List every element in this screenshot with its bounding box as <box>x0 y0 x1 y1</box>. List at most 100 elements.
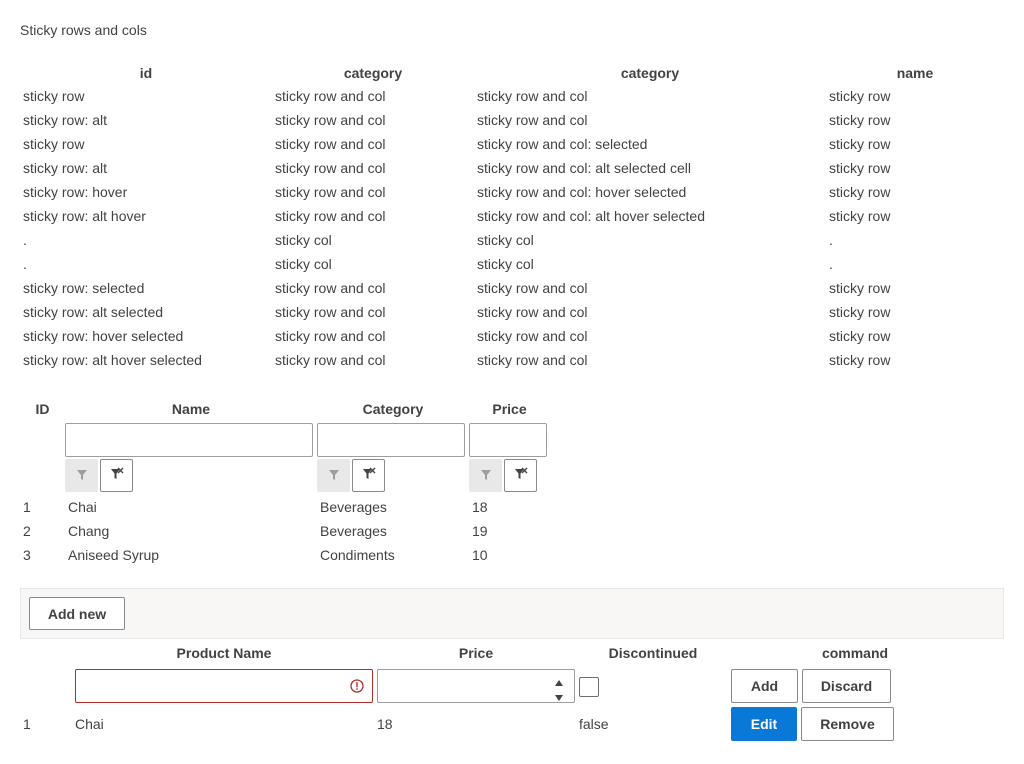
column-header-id[interactable]: id <box>20 62 272 84</box>
cell-name[interactable]: sticky row <box>826 156 1004 180</box>
cell-category[interactable]: sticky row and col <box>272 132 474 156</box>
cell-category-2[interactable]: sticky row and col: selected <box>474 132 826 156</box>
column-header-discontinued[interactable]: Discontinued <box>579 645 727 661</box>
column-header-product-name[interactable]: Product Name <box>75 645 373 661</box>
cell-id[interactable]: sticky row: alt hover selected <box>20 348 272 372</box>
cell-category[interactable]: Condiments <box>317 543 469 567</box>
cell-name[interactable]: sticky row <box>826 276 1004 300</box>
price-filter-button[interactable] <box>469 459 502 492</box>
cell-name[interactable]: sticky row <box>826 132 1004 156</box>
cell-id[interactable]: 3 <box>20 543 65 567</box>
edit-button[interactable]: Edit <box>731 707 797 741</box>
cell-name[interactable]: Chai <box>65 495 317 519</box>
cell-price[interactable]: 19 <box>469 519 550 543</box>
table-row[interactable]: sticky row: alt sticky row and col sticky … <box>20 108 1004 132</box>
name-clear-filter-button[interactable] <box>100 459 133 492</box>
table-row[interactable]: . sticky col sticky col. <box>20 252 1004 276</box>
name-filter-button[interactable] <box>65 459 98 492</box>
cell-id[interactable]: sticky row <box>20 132 272 156</box>
cell-category[interactable]: sticky col <box>272 228 474 252</box>
column-header-category[interactable]: Category <box>317 398 469 420</box>
discontinued-checkbox[interactable] <box>579 677 599 697</box>
cell-name[interactable]: Chang <box>65 519 317 543</box>
cell-price[interactable]: 10 <box>469 543 550 567</box>
table-row[interactable]: sticky row sticky row and col sticky row a… <box>20 132 1004 156</box>
cell-name[interactable]: . <box>826 228 1004 252</box>
cell-category[interactable]: sticky row and col <box>272 156 474 180</box>
cell-name[interactable]: sticky row <box>826 108 1004 132</box>
name-filter-input[interactable] <box>65 423 313 457</box>
table-row[interactable]: sticky row: selected sticky row and col st… <box>20 276 1004 300</box>
cell-category[interactable]: sticky row and col <box>272 84 474 108</box>
cell-category[interactable]: sticky row and col <box>272 204 474 228</box>
table-row[interactable]: sticky row: hover sticky row and col stick… <box>20 180 1004 204</box>
cell-category-2[interactable]: sticky col <box>474 252 826 276</box>
cell-category-2[interactable]: sticky row and col <box>474 276 826 300</box>
cell-category-2[interactable]: sticky row and col <box>474 348 826 372</box>
column-header-category-2[interactable]: category <box>474 62 826 84</box>
add-new-button[interactable]: Add new <box>29 597 125 630</box>
cell-id[interactable]: sticky row: alt <box>20 156 272 180</box>
cell-id[interactable]: . <box>20 252 272 276</box>
cell-id[interactable]: sticky row: selected <box>20 276 272 300</box>
cell-category-2[interactable]: sticky row and col <box>474 84 826 108</box>
cell-category[interactable]: sticky row and col <box>272 276 474 300</box>
table-row[interactable]: 3 Aniseed Syrup Condiments 10 <box>20 543 550 567</box>
cell-category[interactable]: Beverages <box>317 519 469 543</box>
cell-id[interactable]: . <box>20 228 272 252</box>
cell-category-2[interactable]: sticky row and col: alt selected cell <box>474 156 826 180</box>
cell-name[interactable]: sticky row <box>826 84 1004 108</box>
column-header-price[interactable]: Price <box>469 398 550 420</box>
table-row[interactable]: sticky row: alt hover selected sticky row… <box>20 348 1004 372</box>
column-header-price[interactable]: Price <box>377 645 575 661</box>
price-clear-filter-button[interactable] <box>504 459 537 492</box>
column-header-category[interactable]: category <box>272 62 474 84</box>
cell-id[interactable]: 2 <box>20 519 65 543</box>
add-button[interactable]: Add <box>731 669 798 703</box>
cell-category-2[interactable]: sticky col <box>474 228 826 252</box>
cell-id[interactable]: sticky row: alt selected <box>20 300 272 324</box>
cell-category[interactable]: sticky row and col <box>272 180 474 204</box>
column-header-name[interactable]: name <box>826 62 1004 84</box>
price-numeric-input[interactable] <box>377 669 575 703</box>
cell-category-2[interactable]: sticky row and col: hover selected <box>474 180 826 204</box>
cell-name[interactable]: Aniseed Syrup <box>65 543 317 567</box>
table-row[interactable]: 2 Chang Beverages 19 <box>20 519 550 543</box>
discard-button[interactable]: Discard <box>802 669 891 703</box>
price-filter-input[interactable] <box>469 423 547 457</box>
cell-category[interactable]: sticky row and col <box>272 300 474 324</box>
cell-name[interactable]: sticky row <box>826 348 1004 372</box>
column-header-name[interactable]: Name <box>65 398 317 420</box>
cell-category[interactable]: sticky row and col <box>272 324 474 348</box>
cell-id[interactable]: sticky row: alt hover <box>20 204 272 228</box>
table-row[interactable]: sticky row: hover selected sticky row and… <box>20 324 1004 348</box>
cell-category[interactable]: Beverages <box>317 495 469 519</box>
cell-category[interactable]: sticky row and col <box>272 348 474 372</box>
cell-name[interactable]: sticky row <box>826 300 1004 324</box>
remove-button[interactable]: Remove <box>801 707 894 741</box>
table-row[interactable]: sticky row: alt sticky row and col sticky … <box>20 156 1004 180</box>
table-row[interactable]: sticky row: alt selected sticky row and c… <box>20 300 1004 324</box>
cell-name[interactable]: sticky row <box>826 324 1004 348</box>
spin-down-icon[interactable] <box>554 689 564 705</box>
cell-category-2[interactable]: sticky row and col: alt hover selected <box>474 204 826 228</box>
cell-id[interactable]: sticky row <box>20 84 272 108</box>
cell-id[interactable]: sticky row: hover selected <box>20 324 272 348</box>
cell-id[interactable]: sticky row: hover <box>20 180 272 204</box>
table-row[interactable]: 1 Chai Beverages 18 <box>20 495 550 519</box>
column-header-command[interactable]: command <box>731 645 979 661</box>
category-clear-filter-button[interactable] <box>352 459 385 492</box>
cell-category-2[interactable]: sticky row and col <box>474 324 826 348</box>
cell-category-2[interactable]: sticky row and col <box>474 108 826 132</box>
table-row[interactable]: sticky row sticky row and col sticky row a… <box>20 84 1004 108</box>
cell-category[interactable]: sticky col <box>272 252 474 276</box>
table-row[interactable]: . sticky col sticky col. <box>20 228 1004 252</box>
cell-id[interactable]: sticky row: alt <box>20 108 272 132</box>
product-name-input[interactable] <box>75 669 373 703</box>
category-filter-input[interactable] <box>317 423 465 457</box>
column-header-id[interactable]: ID <box>20 398 65 420</box>
cell-name[interactable]: sticky row <box>826 180 1004 204</box>
table-row[interactable]: sticky row: alt hover sticky row and col s… <box>20 204 1004 228</box>
cell-name[interactable]: sticky row <box>826 204 1004 228</box>
cell-category[interactable]: sticky row and col <box>272 108 474 132</box>
